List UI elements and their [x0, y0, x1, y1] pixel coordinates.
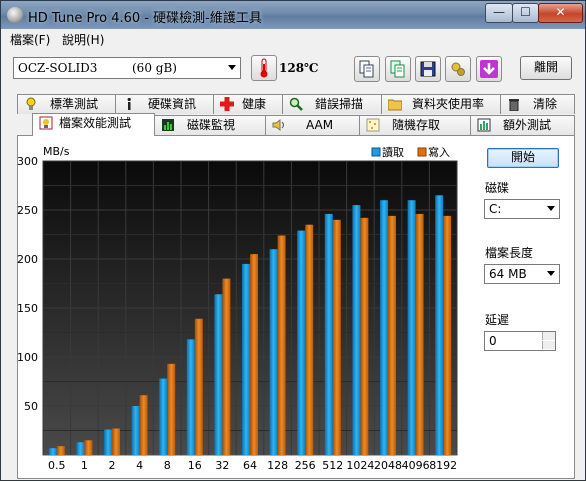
delay-value: 0 — [489, 334, 497, 348]
y-axis-label: MB/s — [43, 145, 70, 158]
legend-label-read: 讀取 — [382, 145, 404, 159]
y-tick-label: 200 — [17, 253, 38, 266]
read-bar — [76, 442, 85, 455]
read-bar — [214, 294, 223, 455]
read-bar — [48, 448, 57, 455]
write-bar — [167, 363, 176, 455]
x-tick-label: 256 — [295, 459, 316, 472]
x-tick-label: 0.5 — [48, 459, 66, 472]
x-tick-label: 1024 — [346, 459, 374, 472]
write-bar — [84, 440, 93, 455]
write-bar — [139, 395, 148, 455]
write-bar — [332, 219, 341, 455]
x-tick-label: 4 — [136, 459, 143, 472]
filesize-select[interactable]: 64 MB — [484, 264, 560, 284]
filesize-label: 檔案長度 — [485, 246, 534, 260]
read-bar — [104, 429, 112, 455]
x-tick-label: 32 — [215, 459, 229, 472]
legend-swatch-write — [417, 147, 427, 157]
spin-down-button[interactable] — [542, 341, 555, 349]
write-bar — [305, 224, 314, 455]
write-bar — [415, 213, 424, 455]
x-tick-label: 64 — [243, 459, 257, 472]
x-tick-label: 1 — [81, 459, 88, 472]
read-bar — [186, 339, 195, 455]
tab-file-benchmark[interactable]: 檔案效能測試 — [32, 113, 155, 136]
read-bar — [297, 230, 306, 455]
y-tick-label: 150 — [17, 302, 38, 315]
write-bar — [360, 217, 369, 455]
write-bar — [277, 235, 286, 455]
benchmark-chart: 50 100 150 200 250 300 MB/s 0.5 1 2 4 8 16 32 64 128 256… — [17, 145, 458, 472]
write-bar — [250, 254, 258, 455]
write-bar — [112, 428, 120, 455]
delay-spinbox[interactable]: 0 — [484, 331, 556, 351]
file-benchmark-icon — [39, 116, 53, 130]
read-bar — [407, 200, 416, 455]
x-tick-label: 8192 — [429, 459, 457, 472]
legend-swatch-read — [371, 147, 381, 157]
read-bar — [269, 249, 278, 455]
x-tick-label: 8 — [164, 459, 171, 472]
legend-label-write: 寫入 — [428, 145, 450, 159]
read-bar — [435, 195, 444, 456]
y-tick-label: 100 — [17, 351, 38, 364]
chevron-down-icon — [547, 206, 555, 211]
write-bar — [388, 215, 396, 455]
chevron-down-icon — [547, 271, 555, 276]
disk-label: 磁碟 — [485, 181, 510, 195]
spin-up-button[interactable] — [542, 332, 555, 340]
x-tick-label: 4096 — [402, 459, 430, 472]
x-tick-label: 2 — [109, 459, 116, 472]
y-tick-label: 50 — [24, 400, 38, 413]
read-bar — [324, 213, 333, 455]
start-button[interactable]: 開始 — [487, 148, 559, 168]
app-window: HD Tune Pro 4.60 - 硬碟檢測-維護工具 — ☐ ✕ 檔案(F)… — [0, 0, 586, 481]
x-tick-label: 16 — [188, 459, 202, 472]
write-bar — [443, 215, 452, 455]
filesize-value: 64 MB — [489, 267, 527, 281]
write-bar — [194, 318, 203, 455]
write-bar — [56, 446, 65, 455]
read-bar — [242, 263, 250, 455]
write-bar — [222, 278, 231, 455]
tab-label: 檔案效能測試 — [59, 116, 132, 130]
read-bar — [352, 205, 361, 455]
x-tick-label: 2048 — [374, 459, 402, 472]
y-tick-label: 300 — [17, 155, 38, 168]
x-tick-label: 512 — [322, 459, 343, 472]
disk-value: C: — [489, 202, 502, 216]
read-bar — [159, 378, 168, 455]
read-bar — [131, 406, 140, 455]
delay-label: 延遲 — [485, 313, 510, 327]
read-bar — [380, 200, 388, 455]
disk-select[interactable]: C: — [484, 199, 560, 219]
y-tick-label: 250 — [17, 204, 38, 217]
x-tick-label: 128 — [267, 459, 288, 472]
